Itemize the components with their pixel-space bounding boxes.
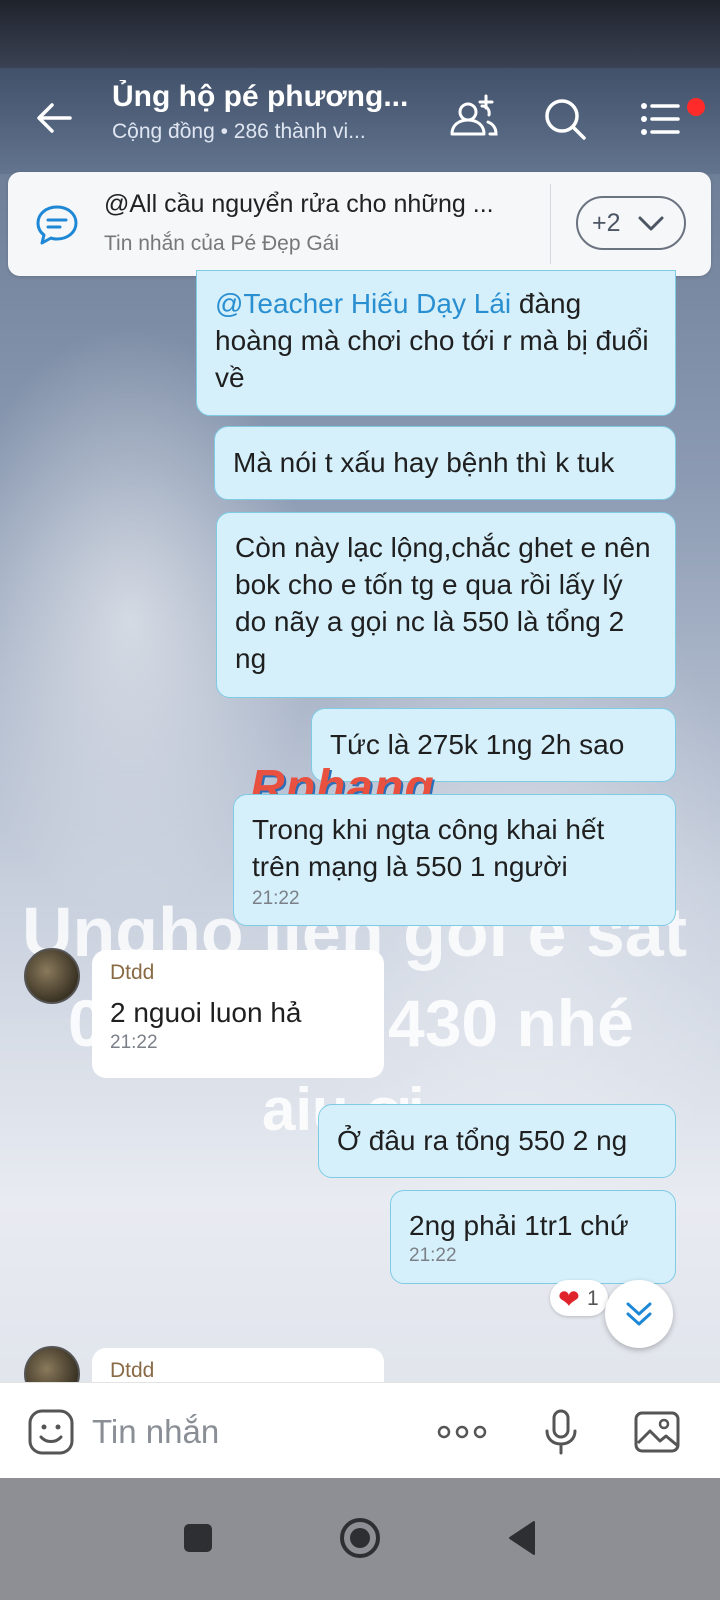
reaction-count: 1 [587, 1287, 599, 1310]
more-dots-icon [437, 1425, 487, 1439]
microphone-icon [545, 1409, 577, 1455]
message-time: 21:22 [110, 1032, 158, 1053]
status-bar [0, 0, 720, 68]
back-nav-button[interactable] [494, 1510, 550, 1566]
chat-subtitle[interactable]: Cộng đồng • 286 thành vi... [112, 120, 366, 144]
voice-button[interactable] [536, 1407, 586, 1457]
chat-title[interactable]: Ủng hộ pé phương... [112, 80, 412, 114]
chat-bubble-icon [34, 202, 80, 248]
message-bubble-in[interactable]: Dtdd 2 nguoi luon hả 21:22 [92, 950, 384, 1078]
message-time: 21:22 [409, 1245, 457, 1266]
mention-link[interactable]: @Teacher Hiếu Dạy Lái [215, 288, 511, 319]
pinned-message-banner[interactable]: @All cầu nguyển rửa cho những ... Tin nh… [8, 172, 711, 276]
search-button[interactable] [538, 92, 592, 146]
search-icon [545, 99, 586, 140]
heart-icon: ❤ [558, 1284, 580, 1314]
message-text: Trong khi ngta công khai hết trên mạng l… [252, 814, 605, 882]
add-member-button[interactable] [446, 92, 500, 146]
circle-home-icon [340, 1518, 380, 1558]
pinned-message-text: @All cầu nguyển rửa cho những ... [104, 190, 494, 218]
recent-apps-button[interactable] [170, 1510, 226, 1566]
message-time: 21:22 [252, 888, 300, 909]
scroll-to-bottom-button[interactable] [605, 1280, 673, 1348]
menu-list-icon [641, 103, 680, 135]
sender-name[interactable]: Dtdd [110, 1358, 366, 1384]
message-text: Tức là 275k 1ng 2h sao [330, 729, 625, 760]
avatar[interactable] [24, 948, 80, 1004]
emoji-button[interactable] [26, 1407, 76, 1457]
arrow-left-icon [37, 103, 72, 133]
pinned-message-sender: Tin nhắn của Pé Đẹp Gái [104, 232, 340, 255]
more-pinned-button[interactable]: +2 [576, 196, 686, 250]
double-chevron-down-icon [626, 1302, 652, 1326]
message-bubble-out[interactable]: @Teacher Hiếu Dạy Lái đàng hoàng mà chơi… [196, 270, 676, 416]
message-text: Còn này lạc lộng,chắc ghet e nên bok cho… [235, 532, 651, 674]
message-bubble-out[interactable]: Mà nói t xấu hay bệnh thì k tuk [214, 426, 676, 500]
sticker-smile-icon [28, 1409, 74, 1455]
message-text: Ở đâu ra tổng 550 2 ng [337, 1125, 628, 1156]
message-input-bar: Tin nhắn [0, 1382, 720, 1479]
image-button[interactable] [632, 1407, 682, 1457]
divider [550, 184, 551, 264]
reaction-badge[interactable]: ❤ 1 [550, 1280, 608, 1316]
chevron-down-icon [638, 216, 664, 231]
message-bubble-out[interactable]: Trong khi ngta công khai hết trên mạng l… [233, 794, 676, 926]
background-overlay-text-3: 430 nhé [388, 986, 634, 1060]
message-text: Mà nói t xấu hay bệnh thì k tuk [233, 447, 615, 478]
sender-name[interactable]: Dtdd [110, 960, 366, 986]
home-button[interactable] [332, 1510, 388, 1566]
message-text: 2ng phải 1tr1 chứ [409, 1210, 629, 1241]
more-pinned-count: +2 [592, 209, 621, 237]
notification-dot [687, 98, 705, 116]
back-button[interactable] [30, 92, 82, 144]
add-people-icon [450, 94, 498, 136]
message-bubble-out[interactable]: Còn này lạc lộng,chắc ghet e nên bok cho… [216, 512, 676, 698]
message-input[interactable]: Tin nhắn [92, 1407, 392, 1457]
more-options-button[interactable] [434, 1407, 490, 1457]
message-bubble-out[interactable]: 2ng phải 1tr1 chứ 21:22 [390, 1190, 676, 1284]
system-navigation-bar [0, 1478, 720, 1600]
image-icon [634, 1411, 680, 1453]
square-icon [184, 1524, 212, 1552]
message-bubble-out[interactable]: Ở đâu ra tổng 550 2 ng [318, 1104, 676, 1178]
menu-button[interactable] [634, 92, 688, 146]
triangle-back-icon [509, 1521, 535, 1555]
message-text: 2 nguoi luon hả [110, 997, 302, 1028]
